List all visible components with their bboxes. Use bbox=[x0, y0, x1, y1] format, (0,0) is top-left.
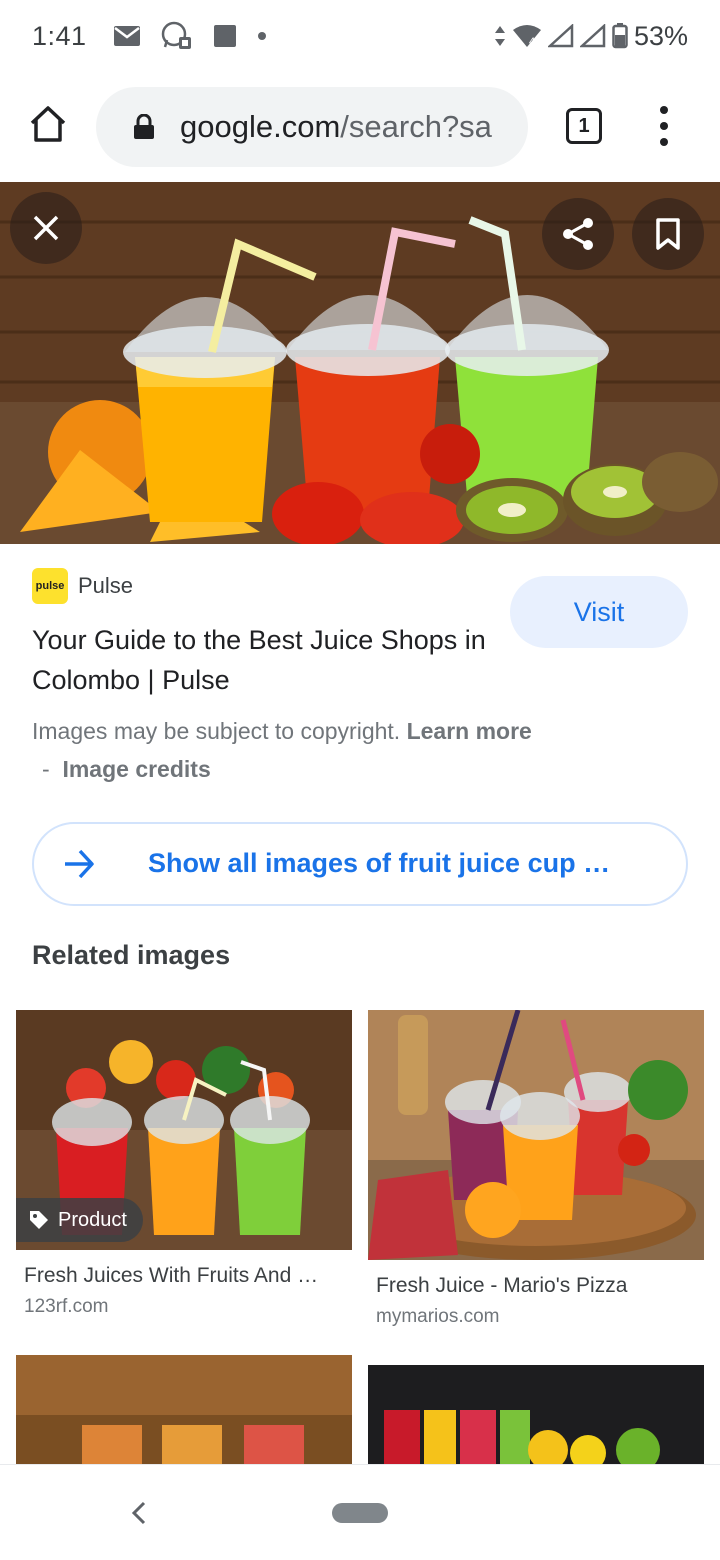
system-status: 4 53% bbox=[494, 21, 688, 52]
related-image-title: Fresh Juices With Fruits And … bbox=[24, 1264, 319, 1287]
product-badge-label: Product bbox=[58, 1208, 127, 1231]
data-arrows-icon bbox=[494, 26, 505, 46]
battery-percent: 53% bbox=[633, 20, 688, 51]
copyright-notice: Images may be subject to copyright. Lear… bbox=[32, 712, 592, 788]
product-badge: Product bbox=[16, 1198, 143, 1242]
lock-icon bbox=[134, 114, 154, 139]
learn-more-link[interactable]: Learn more bbox=[407, 718, 532, 744]
home-icon bbox=[30, 106, 66, 142]
close-button[interactable] bbox=[10, 192, 82, 264]
arrow-right-icon bbox=[65, 849, 94, 879]
signal-icon bbox=[547, 24, 574, 48]
tab-switcher-button[interactable]: 1 bbox=[566, 108, 602, 144]
address-bar[interactable]: google.com/search?sa bbox=[96, 87, 528, 167]
share-icon bbox=[563, 218, 593, 250]
related-image-domain: 123rf.com bbox=[24, 1296, 109, 1317]
url-text: google.com/search?sa bbox=[180, 109, 492, 145]
signal-icon bbox=[579, 24, 606, 48]
battery-icon bbox=[612, 23, 628, 49]
system-navigation-bar bbox=[0, 1464, 720, 1560]
status-time: 1:41 bbox=[32, 20, 87, 51]
home-gesture-pill[interactable] bbox=[332, 1503, 388, 1523]
overflow-menu-button[interactable] bbox=[652, 102, 676, 150]
related-image-card[interactable] bbox=[16, 1355, 352, 1464]
gmail-icon bbox=[113, 26, 140, 46]
wifi-icon: 4 bbox=[512, 25, 541, 48]
juice-thumbnail-illustration bbox=[16, 1355, 352, 1464]
browser-toolbar: google.com/search?sa 1 bbox=[0, 80, 720, 176]
back-icon[interactable] bbox=[124, 1497, 156, 1529]
tab-count: 1 bbox=[578, 114, 590, 137]
result-title[interactable]: Your Guide to the Best Juice Shops in Co… bbox=[32, 620, 502, 700]
close-icon bbox=[33, 215, 59, 241]
dot-icon bbox=[257, 32, 266, 40]
visit-button[interactable]: Visit bbox=[510, 576, 688, 648]
juice-thumbnail-illustration bbox=[368, 1365, 704, 1464]
related-image-card[interactable] bbox=[368, 1365, 704, 1464]
save-button[interactable] bbox=[632, 198, 704, 270]
url-domain: google.com bbox=[180, 109, 341, 144]
whatsapp-icon bbox=[161, 21, 191, 49]
home-button[interactable] bbox=[24, 100, 72, 148]
credits-line: - Image credits bbox=[32, 750, 592, 788]
related-image-card[interactable]: Product Fresh Juices With Fruits And … 1… bbox=[16, 1010, 352, 1318]
image-credits-link[interactable]: Image credits bbox=[62, 756, 210, 782]
juice-thumbnail-illustration bbox=[368, 1010, 704, 1260]
bookmark-icon bbox=[656, 218, 680, 250]
related-image-title: Fresh Juice - Mario's Pizza bbox=[376, 1274, 628, 1297]
credits-prefix: - bbox=[42, 756, 50, 782]
url-path: /search?sa bbox=[340, 109, 492, 144]
related-image-thumbnail[interactable] bbox=[368, 1010, 704, 1260]
tag-icon bbox=[30, 1211, 48, 1229]
related-image-card[interactable]: Fresh Juice - Mario's Pizza mymarios.com bbox=[368, 1010, 704, 1328]
notification-icons bbox=[113, 21, 267, 51]
copyright-text: Images may be subject to copyright. bbox=[32, 718, 401, 744]
network-label: 4 bbox=[529, 36, 535, 48]
related-images-heading: Related images bbox=[32, 940, 231, 970]
source-info[interactable]: pulse Pulse bbox=[32, 568, 133, 604]
square-icon bbox=[213, 25, 236, 47]
source-name: Pulse bbox=[78, 573, 134, 598]
related-image-domain: mymarios.com bbox=[376, 1306, 500, 1327]
preview-image[interactable] bbox=[0, 182, 720, 544]
related-image-thumbnail[interactable]: Product bbox=[16, 1010, 352, 1250]
menu-dot-icon bbox=[660, 106, 668, 114]
status-bar: 1:41 4 53% bbox=[0, 0, 720, 72]
menu-dot-icon bbox=[660, 122, 668, 130]
show-all-label: Show all images of fruit juice cup … bbox=[148, 848, 611, 878]
share-button[interactable] bbox=[542, 198, 614, 270]
menu-dot-icon bbox=[660, 138, 668, 146]
pulse-logo-icon: pulse bbox=[32, 568, 68, 604]
source-logo-text: pulse bbox=[35, 580, 65, 592]
show-all-images-button[interactable]: Show all images of fruit juice cup … bbox=[32, 822, 688, 906]
